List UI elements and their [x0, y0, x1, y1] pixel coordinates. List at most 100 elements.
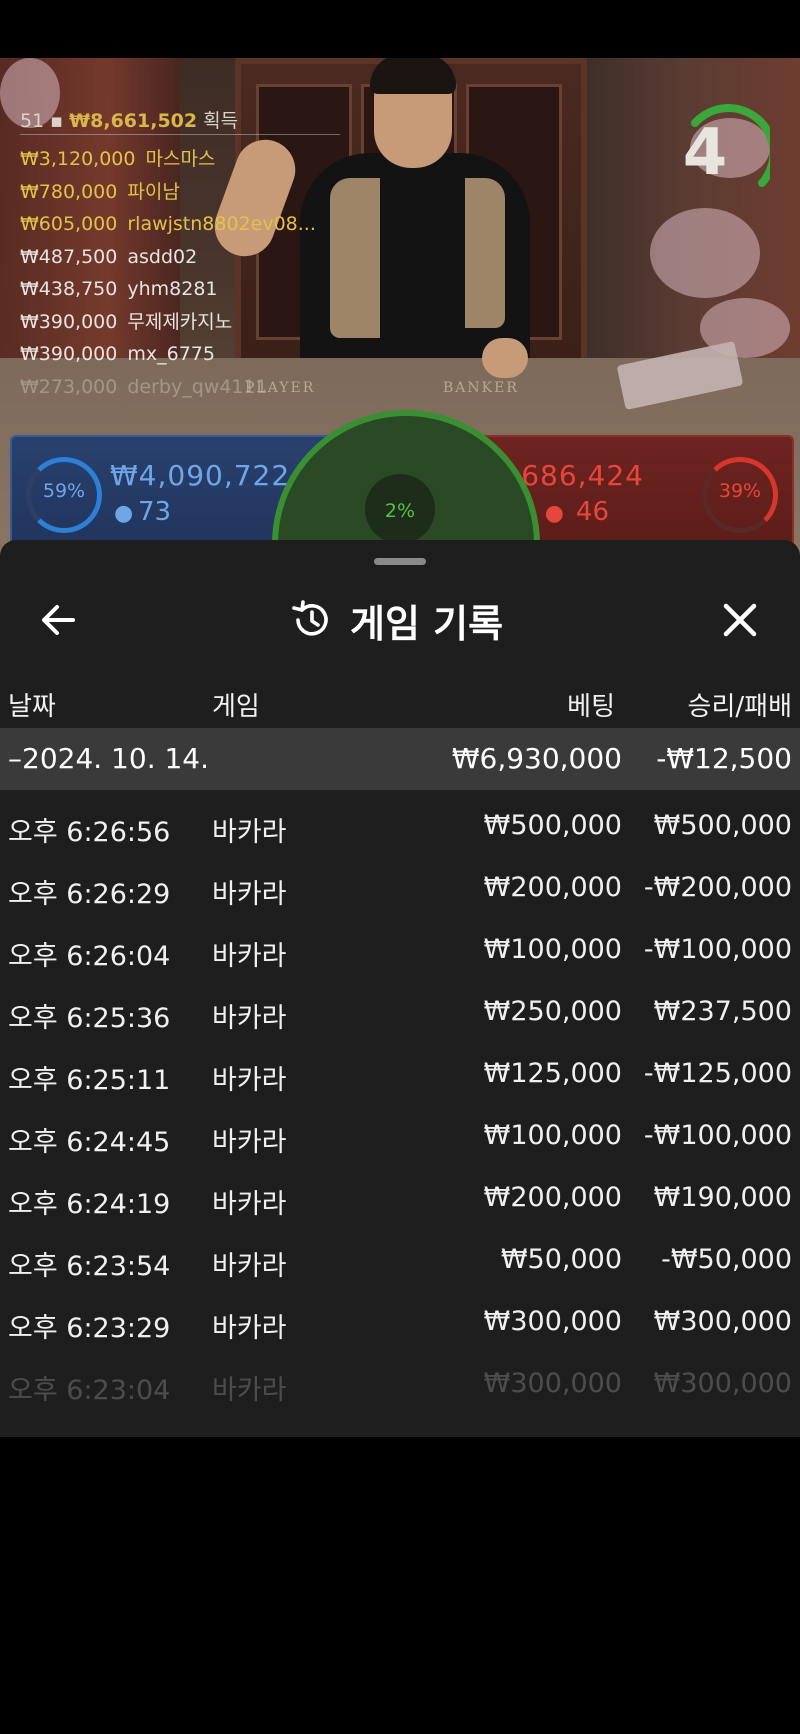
history-row[interactable]: 오후 6:23:54 바카라 ₩50,000 -₩50,000 [0, 1224, 800, 1286]
column-date: 날짜 [8, 692, 56, 722]
winner-name: yhm8281 [127, 278, 218, 300]
row-game: 바카라 [212, 1065, 287, 1096]
player-amount: ₩4,090,722 [110, 459, 291, 492]
timer-value: 4 [682, 116, 728, 190]
column-game: 게임 [212, 692, 260, 722]
history-row[interactable]: 오후 6:23:04 바카라 ₩300,000 ₩300,000 [0, 1348, 800, 1410]
row-result: -₩100,000 [643, 934, 792, 965]
history-list: 오후 6:26:56 바카라 ₩500,000 ₩500,000 오후 6:26:29… [0, 790, 800, 1410]
column-headers: 날짜 게임 베팅 승리/패배 [0, 676, 800, 726]
row-game: 바카라 [212, 817, 287, 848]
row-game: 바카라 [212, 941, 287, 972]
row-game: 바카라 [212, 1313, 287, 1344]
row-time: 오후 6:24:19 [8, 1189, 171, 1220]
column-result: 승리/패배 [687, 692, 792, 722]
winner-amount: ₩605,000 [20, 213, 118, 235]
row-bet: ₩300,000 [483, 1306, 622, 1337]
group-result-total: -₩12,500 [656, 742, 792, 775]
history-row[interactable]: 오후 6:25:36 바카라 ₩250,000 ₩237,500 [0, 976, 800, 1038]
row-result: ₩500,000 [653, 810, 792, 841]
banker-percent: 39% [718, 480, 762, 502]
table-banker-label: BANKER [443, 380, 519, 396]
row-time: 오후 6:24:45 [8, 1127, 171, 1158]
winner-amount: ₩780,000 [20, 180, 118, 203]
row-result: ₩190,000 [653, 1182, 792, 1213]
row-bet: ₩200,000 [483, 872, 622, 903]
player-count: 73 [138, 497, 172, 527]
row-game: 바카라 [212, 1189, 287, 1220]
winner-amount: ₩3,120,000 [20, 148, 136, 170]
winners-suffix: 획득 [203, 110, 239, 132]
history-row[interactable]: 오후 6:26:56 바카라 ₩500,000 ₩500,000 [0, 790, 800, 852]
dealer-hair [370, 58, 456, 94]
row-time: 오후 6:23:04 [8, 1375, 171, 1406]
row-result: -₩200,000 [643, 872, 792, 903]
history-row[interactable]: 오후 6:24:19 바카라 ₩200,000 ₩190,000 [0, 1162, 800, 1224]
row-time: 오후 6:25:36 [8, 1003, 171, 1034]
history-row[interactable]: 오후 6:24:45 바카라 ₩100,000 -₩100,000 [0, 1100, 800, 1162]
arrow-left-icon [42, 605, 75, 635]
game-history-sheet: 게임 기록 날짜 게임 베팅 승리/패배 –2024. 10. 14. ₩6,9… [0, 540, 800, 1437]
winner-name: 마스마스 [145, 148, 216, 170]
column-bet: 베팅 [567, 692, 615, 722]
history-row[interactable]: 오후 6:26:29 바카라 ₩200,000 -₩200,000 [0, 852, 800, 914]
winner-name: rlawjstn8802ev08... [127, 213, 316, 235]
row-result: -₩125,000 [643, 1058, 792, 1089]
winner-name: mx_6775 [127, 343, 215, 365]
banker-count: 46 [575, 497, 609, 527]
winner-name: 파이남 [127, 180, 180, 203]
winner-name: asdd02 [127, 245, 198, 268]
row-result: ₩237,500 [653, 996, 792, 1027]
winner-row: ₩390,000 무제제카지노 [20, 306, 350, 339]
dealer-hand [482, 338, 528, 378]
row-game: 바카라 [212, 1251, 287, 1282]
row-game: 바카라 [212, 1127, 287, 1158]
close-icon [723, 603, 757, 637]
row-result: ₩300,000 [653, 1368, 792, 1399]
row-bet: ₩100,000 [483, 1120, 622, 1151]
back-button[interactable] [35, 595, 85, 645]
winner-amount: ₩273,000 [20, 375, 118, 398]
winner-row: ₩438,750 yhm8281 [20, 273, 350, 306]
row-bet: ₩50,000 [500, 1244, 622, 1275]
winner-name: derby_qw4111 [127, 375, 268, 398]
group-bet-total: ₩6,930,000 [451, 742, 622, 775]
row-bet: ₩100,000 [483, 934, 622, 965]
winner-row: ₩273,000 derby_qw4111 [20, 371, 350, 404]
row-bet: ₩300,000 [483, 1368, 622, 1399]
row-time: 오후 6:26:04 [8, 941, 171, 972]
winner-amount: ₩438,750 [20, 278, 118, 300]
row-time: 오후 6:23:29 [8, 1313, 171, 1344]
history-row[interactable]: 오후 6:23:29 바카라 ₩300,000 ₩300,000 [0, 1286, 800, 1348]
tie-percent: 2% [384, 500, 416, 522]
history-row[interactable]: 오후 6:25:11 바카라 ₩125,000 -₩125,000 [0, 1038, 800, 1100]
close-button[interactable] [715, 595, 765, 645]
row-bet: ₩200,000 [483, 1182, 622, 1213]
winner-amount: ₩390,000 [20, 343, 118, 365]
row-time: 오후 6:26:29 [8, 879, 171, 910]
drag-handle[interactable] [374, 558, 426, 565]
row-bet: ₩125,000 [483, 1058, 622, 1089]
row-time: 오후 6:23:54 [8, 1251, 171, 1282]
date-group-row[interactable]: –2024. 10. 14. ₩6,930,000 -₩12,500 [0, 728, 800, 790]
dealer-vest [465, 178, 505, 328]
row-game: 바카라 [212, 1003, 287, 1034]
winner-amount: ₩390,000 [20, 310, 118, 333]
row-bet: ₩250,000 [483, 996, 622, 1027]
winner-row: ₩390,000 mx_6775 [20, 338, 350, 371]
player-percent: 59% [42, 480, 86, 502]
person-icon: ● [544, 501, 564, 526]
row-time: 오후 6:25:11 [8, 1065, 171, 1096]
person-icon: ▪ [50, 110, 64, 132]
row-game: 바카라 [212, 1375, 287, 1406]
winner-amount: ₩487,500 [20, 245, 118, 268]
winners-header: 51 ▪ ₩8,661,502 획득 [20, 108, 340, 135]
page-title: 게임 기록 [350, 601, 504, 646]
row-result: -₩50,000 [661, 1244, 792, 1275]
group-date: –2024. 10. 14. [8, 742, 210, 775]
sheet-header: 게임 기록 [0, 580, 800, 660]
row-bet: ₩500,000 [483, 810, 622, 841]
person-icon: ● [114, 501, 134, 526]
history-row[interactable]: 오후 6:26:04 바카라 ₩100,000 -₩100,000 [0, 914, 800, 976]
row-game: 바카라 [212, 879, 287, 910]
